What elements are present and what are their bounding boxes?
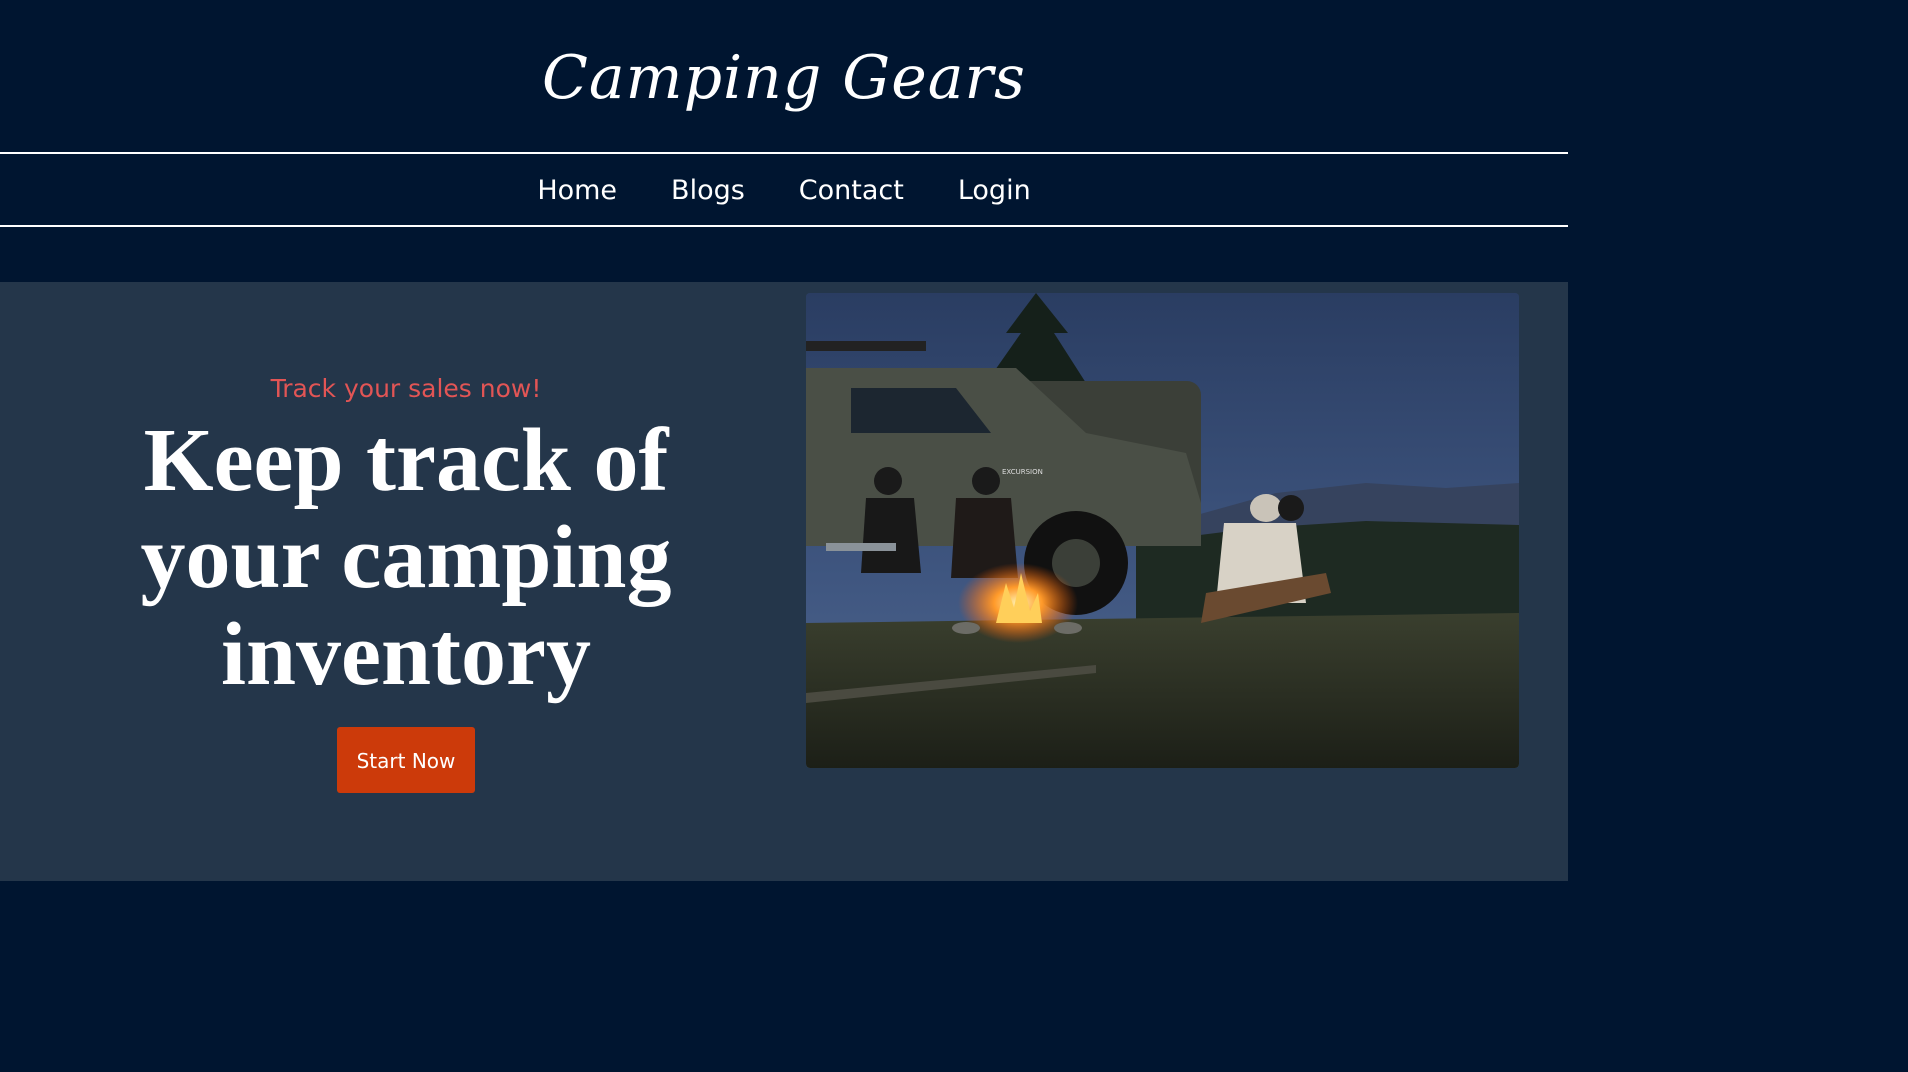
main-nav: Home Blogs Contact Login: [0, 154, 1568, 225]
hero-campfire-image: EXCURSION: [806, 293, 1519, 768]
hero-tagline: Track your sales now!: [270, 374, 542, 403]
brand-logo[interactable]: Camping Gears: [0, 28, 1568, 128]
hero-section: Track your sales now! Keep track of your…: [0, 282, 1568, 881]
truck-badge: EXCURSION: [1002, 468, 1043, 476]
nav-link-login[interactable]: Login: [958, 173, 1031, 206]
start-now-button[interactable]: Start Now: [337, 727, 475, 793]
nav-link-contact[interactable]: Contact: [799, 173, 904, 206]
nav-divider-bottom: [0, 225, 1568, 227]
site-header: Camping Gears Home Blogs Contact Login: [0, 0, 1568, 282]
nav-link-home[interactable]: Home: [537, 173, 617, 206]
nav-link-blogs[interactable]: Blogs: [671, 173, 745, 206]
hero-headline: Keep track of your camping inventory: [140, 411, 672, 704]
hero-text: Track your sales now! Keep track of your…: [90, 372, 722, 793]
